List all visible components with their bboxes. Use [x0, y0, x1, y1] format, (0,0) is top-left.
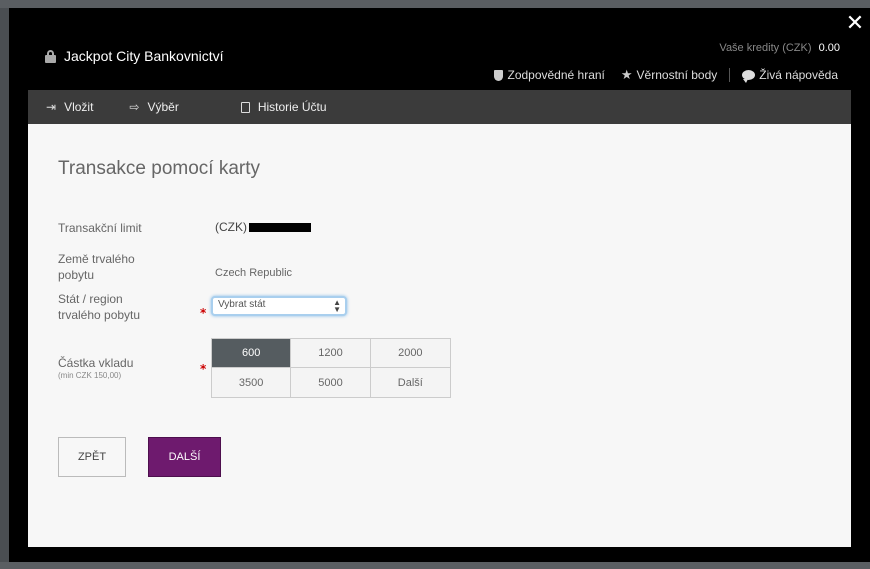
shield-icon [494, 69, 504, 81]
amount-option-2000[interactable]: 2000 [370, 339, 450, 368]
live-help-link[interactable]: Živá nápověda [734, 68, 846, 83]
tab-account-history[interactable]: Historie Účtu [223, 90, 345, 124]
amount-label: Částka vkladu [58, 356, 134, 370]
back-button-label[interactable]: ZPĚT [78, 451, 106, 463]
next-button[interactable]: DALŠÍ [148, 437, 221, 477]
tab-deposit-label[interactable]: Vložit [64, 100, 93, 114]
document-icon [240, 101, 250, 113]
credits-label: Vaše kredity (CZK) [719, 42, 812, 54]
tab-withdraw-label[interactable]: Výběr [147, 100, 178, 114]
lock-icon [45, 49, 56, 63]
country-label: Země trvalého pobytu [58, 252, 135, 282]
required-marker: * [200, 306, 207, 320]
banking-tabs: ⇥ Vložit ⇨ Výběr Historie Účtu [28, 90, 851, 124]
sign-in-icon: ⇥ [46, 100, 57, 114]
amount-option-1200[interactable]: 1200 [291, 339, 371, 368]
page-title: Transakce pomocí karty [58, 158, 261, 179]
country-value: Czech Republic [215, 267, 293, 279]
credits-value: 0.00 [818, 42, 840, 54]
live-help-label[interactable]: Živá nápověda [759, 68, 838, 82]
tab-withdraw[interactable]: ⇨ Výběr [111, 90, 196, 124]
loyalty-points-label[interactable]: Věrnostní body [637, 68, 718, 82]
close-button[interactable]: ✕ [844, 11, 866, 36]
sign-out-icon: ⇨ [129, 100, 140, 114]
redacted-limit-bar [249, 222, 311, 232]
divider [729, 68, 731, 82]
state-select-value[interactable]: Vybrat stát [218, 299, 265, 310]
amount-min-note: (min CZK 150,00) [58, 371, 122, 380]
amount-option-3500[interactable]: 3500 [212, 368, 292, 397]
transaction-limit-value: (CZK) [215, 220, 311, 234]
transaction-limit-label: Transakční limit [58, 221, 142, 235]
back-button[interactable]: ZPĚT [58, 437, 126, 477]
credits-display: Vaše kredity (CZK) 0.00 [719, 42, 840, 54]
close-icon[interactable]: ✕ [846, 11, 864, 36]
next-button-label[interactable]: DALŠÍ [169, 451, 201, 463]
loyalty-points-link[interactable]: ★ Věrnostní body [613, 68, 725, 82]
deposit-form-panel: Transakce pomocí karty Transakční limit … [28, 124, 851, 547]
transaction-limit-currency: (CZK) [215, 220, 247, 234]
backdrop-bottom-edge [0, 562, 870, 569]
amount-options: 600 1200 2000 3500 5000 Další [211, 338, 451, 398]
chat-icon [742, 70, 756, 83]
select-arrows-icon: ▲ ▼ [333, 298, 341, 314]
modal-header: Jackpot City Bankovnictví [45, 48, 224, 64]
amount-option-5000[interactable]: 5000 [291, 368, 371, 397]
banking-modal: ✕ Jackpot City Bankovnictví Vaše kredity… [9, 8, 870, 562]
tab-deposit[interactable]: ⇥ Vložit [28, 90, 111, 124]
top-links: Zodpovědné hraní ★ Věrnostní body Živá n… [486, 68, 846, 83]
required-marker: * [200, 362, 207, 376]
amount-label-block: Částka vkladu (min CZK 150,00) [58, 355, 133, 381]
star-icon: ★ [620, 67, 633, 82]
backdrop-top-edge [0, 0, 870, 8]
responsible-gaming-link[interactable]: Zodpovědné hraní [486, 68, 612, 82]
state-select[interactable]: Vybrat stát ▲ ▼ [211, 296, 347, 316]
modal-title: Jackpot City Bankovnictví [64, 48, 224, 64]
tab-account-history-label[interactable]: Historie Účtu [258, 100, 327, 114]
state-label: Stát / region trvalého pobytu [58, 292, 141, 322]
amount-option-600[interactable]: 600 [212, 339, 292, 368]
responsible-gaming-label[interactable]: Zodpovědné hraní [507, 68, 604, 82]
backdrop-left-edge [0, 0, 9, 569]
amount-option-other[interactable]: Další [371, 368, 450, 397]
